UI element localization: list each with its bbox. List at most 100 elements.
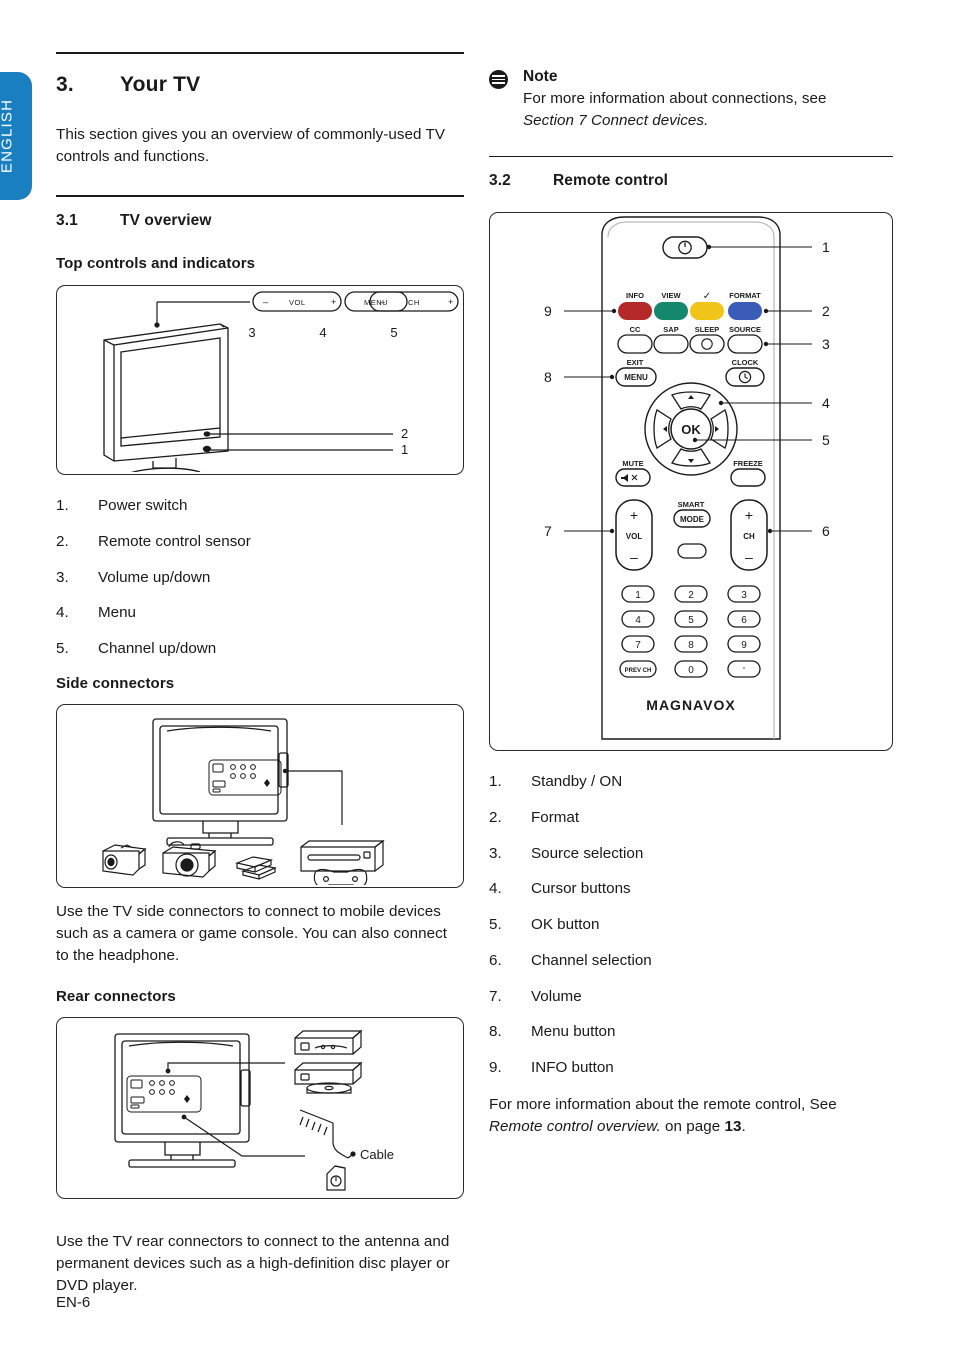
left-column: 3. Your TV This section gives you an over… xyxy=(56,0,464,1297)
list-number: 5. xyxy=(489,916,502,934)
list-number: 6. xyxy=(489,951,502,969)
list-item: 1. Standby / ON xyxy=(489,772,893,792)
smart-label: SMART xyxy=(678,500,705,509)
mute-label: MUTE xyxy=(622,459,643,468)
freeze-button[interactable] xyxy=(730,468,766,487)
list-label: Source selection xyxy=(531,844,644,862)
subsection-3-1: 3.1 TV overview xyxy=(56,212,464,230)
list-label: Volume up/down xyxy=(98,568,211,586)
key-8-label: 8 xyxy=(688,640,694,651)
list-item: 3. Source selection xyxy=(489,844,893,864)
fig1-heading: Top controls and indicators xyxy=(56,255,256,273)
right-column: Note For more information about connecti… xyxy=(489,0,893,1138)
side-leader-line xyxy=(288,770,343,825)
usb-drive-icon xyxy=(234,856,278,880)
page-footer: EN-6 xyxy=(56,1294,91,1311)
subsection-rule xyxy=(56,195,464,198)
cc-button-label: CC xyxy=(630,325,641,334)
ch-plus-label: + xyxy=(745,507,753,523)
extra-button[interactable] xyxy=(677,543,707,559)
list-number: 2. xyxy=(56,532,69,550)
sleep-button[interactable] xyxy=(689,334,725,354)
tv-rear-side-diagram xyxy=(102,718,385,885)
key-7-label: 7 xyxy=(635,640,641,651)
key-3-label: 3 xyxy=(741,590,747,601)
remote-callout-8: 8 xyxy=(544,369,552,385)
callout-dot-9 xyxy=(611,308,617,314)
cursor-left-button[interactable] xyxy=(653,409,672,450)
mode-label: MODE xyxy=(680,515,705,524)
callout-dot-8 xyxy=(609,374,615,380)
game-console-icon xyxy=(300,839,385,885)
vol-minus-label: – xyxy=(630,549,638,565)
note-icon xyxy=(489,70,508,89)
remote-callout-1: 1 xyxy=(822,239,830,255)
section-number: 3. xyxy=(56,73,74,96)
view-button[interactable] xyxy=(654,302,688,321)
fig3-heading: Rear connectors xyxy=(56,987,176,1005)
exit-label: EXIT xyxy=(627,358,644,367)
list-item: 8. Menu button xyxy=(489,1022,893,1042)
callout-3: 3 xyxy=(248,325,255,340)
callout-dot-2 xyxy=(763,308,769,314)
cursor-up-button[interactable] xyxy=(671,391,711,410)
list-item: 2. Remote control sensor xyxy=(56,532,464,552)
closing-part-1: For more information about the remote co… xyxy=(489,1095,837,1113)
vol-minus-label: – xyxy=(263,297,268,307)
side-connectors-figure xyxy=(56,703,464,888)
ch-plus-label: + xyxy=(448,297,453,307)
disc-player-top-icon xyxy=(294,1029,363,1055)
list-label: Volume xyxy=(531,987,582,1005)
list-number: 8. xyxy=(489,1023,502,1041)
info-button[interactable] xyxy=(618,302,652,321)
callout-1: 1 xyxy=(401,442,408,457)
key-prev-ch-label: PREV CH xyxy=(625,668,652,674)
note-block: Note For more information about connecti… xyxy=(489,68,893,132)
page-title: 3. Your TV xyxy=(56,73,464,97)
remote-brand-label: MAGNAVOX xyxy=(646,697,735,713)
callout-dot-1 xyxy=(706,244,712,250)
cable-label: Cable xyxy=(360,1147,394,1162)
cursor-down-button[interactable] xyxy=(671,448,711,467)
standby-power-button[interactable] xyxy=(662,236,708,259)
list-label: Format xyxy=(531,808,580,826)
language-tab-label: ENGLISH xyxy=(0,98,16,174)
tv-top-controls-figure: – VOL + MENU – CH + 3 4 5 2 1 xyxy=(56,285,464,476)
note-line-2: Section 7 Connect devices. xyxy=(523,112,709,130)
info-button-label: INFO xyxy=(626,291,644,300)
list-item: 5. OK button xyxy=(489,915,893,935)
cursor-down-arrow-icon xyxy=(688,459,694,464)
list-label: Power switch xyxy=(98,497,188,515)
panel-arrow-icon xyxy=(264,778,270,787)
key-dot-label: · xyxy=(742,660,746,674)
list-label: Standby / ON xyxy=(531,773,623,791)
list-item: 3. Volume up/down xyxy=(56,568,464,588)
sleep-icon xyxy=(701,338,713,350)
rear-connector-panel xyxy=(126,1075,202,1113)
source-button[interactable] xyxy=(727,334,763,354)
list-label: OK button xyxy=(531,916,600,934)
cursor-right-button[interactable] xyxy=(710,409,729,450)
source-button-label: SOURCE xyxy=(729,325,761,334)
sap-button[interactable] xyxy=(653,334,689,354)
manual-page: ENGLISH 3. Your TV This section gives you… xyxy=(0,0,954,1354)
subsection-3-2: 3.2 Remote control xyxy=(489,172,893,190)
callout-dot-5 xyxy=(692,437,698,443)
freeze-label: FREEZE xyxy=(733,459,763,468)
check-button[interactable] xyxy=(690,302,724,321)
note-line-1: For more information about connections, … xyxy=(523,90,827,107)
key-2-label: 2 xyxy=(688,590,694,601)
list-label: INFO button xyxy=(531,1059,614,1077)
vol-label: VOL xyxy=(626,532,643,541)
cc-button[interactable] xyxy=(617,334,653,354)
list-label: Channel up/down xyxy=(98,640,217,658)
subsection-title: TV overview xyxy=(120,212,212,230)
leader-dot-top xyxy=(154,322,160,328)
fig2-heading: Side connectors xyxy=(56,674,175,692)
callout-dot-4 xyxy=(718,400,724,406)
remote-sensor-dot xyxy=(203,431,211,437)
format-button[interactable] xyxy=(728,302,762,321)
callout-2: 2 xyxy=(401,426,408,441)
ch-label: CH xyxy=(743,532,755,541)
intro-paragraph: This section gives you an overview of co… xyxy=(56,126,446,166)
